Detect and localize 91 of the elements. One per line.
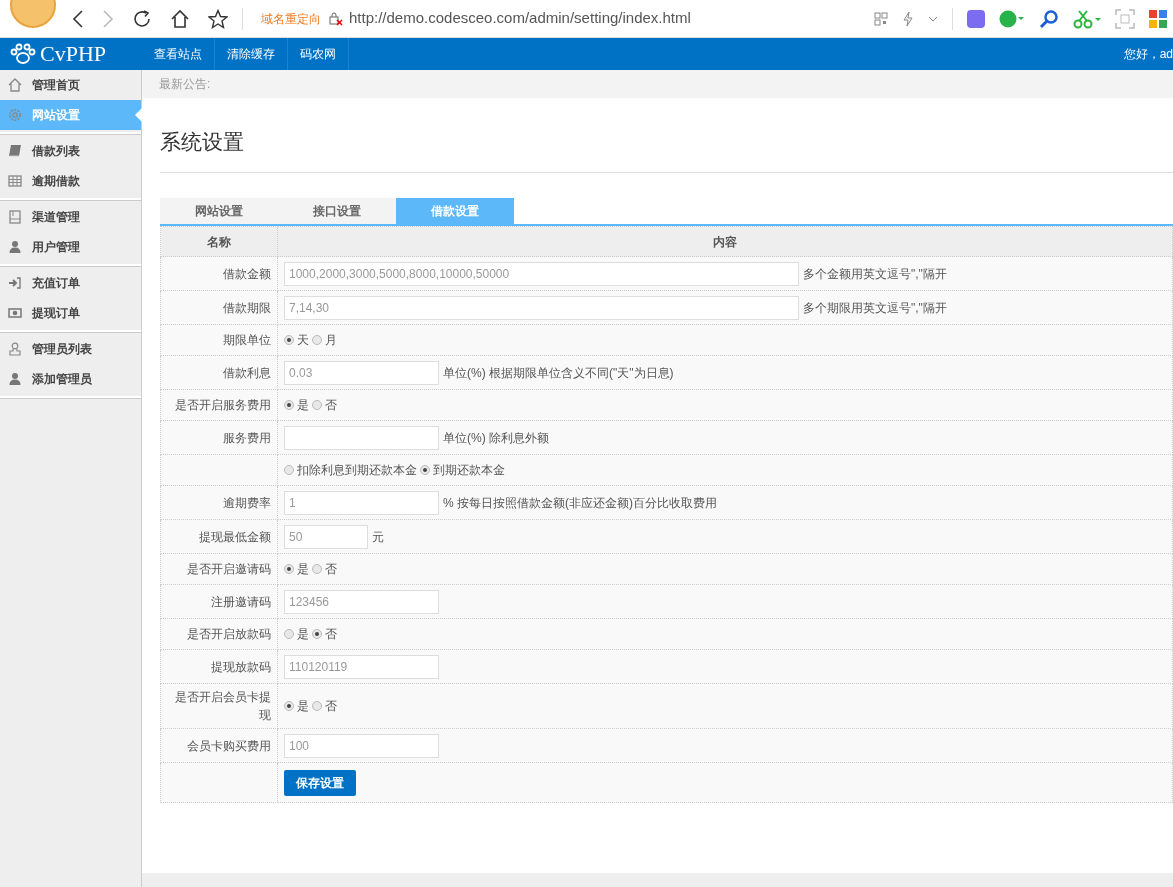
notice-label: 最新公告: <box>159 76 211 93</box>
field-hint: 元 <box>372 528 384 546</box>
tab[interactable]: 接口设置 <box>278 198 396 224</box>
search-icon[interactable] <box>1039 8 1059 29</box>
radio-option[interactable]: 是 <box>284 396 309 414</box>
radio-button[interactable] <box>284 564 294 574</box>
radio-option[interactable]: 否 <box>312 625 337 643</box>
radio-option[interactable]: 天 <box>284 331 309 349</box>
field-label: 期限单位 <box>223 333 271 347</box>
radio-option[interactable]: 是 <box>284 697 309 715</box>
home-icon <box>8 78 22 92</box>
radio-button[interactable] <box>312 701 322 711</box>
field-label: 提现放款码 <box>211 659 271 674</box>
field-hint: 单位(%) 除利息外额 <box>443 429 549 447</box>
radio-button[interactable] <box>420 465 430 475</box>
back-icon[interactable] <box>72 9 84 28</box>
radio-option[interactable]: 是 <box>284 625 309 643</box>
user-icon <box>8 372 22 386</box>
radio-button[interactable] <box>284 335 294 345</box>
field-label: 逾期费率 <box>223 495 271 510</box>
sidebar-item[interactable]: 充值订单 <box>0 268 141 298</box>
save-button[interactable]: 保存设置 <box>284 769 356 796</box>
translate-icon[interactable] <box>999 9 1025 28</box>
radio-button[interactable] <box>312 335 322 345</box>
panel-icon <box>8 210 22 224</box>
field-label: 服务费用 <box>223 430 271 445</box>
sidebar-item[interactable]: 提现订单 <box>0 298 141 328</box>
sidebar-item[interactable]: 借款列表 <box>0 136 141 166</box>
field-label: 借款利息 <box>223 365 271 380</box>
sign-in-icon <box>8 276 22 290</box>
field-label: 是否开启放款码 <box>187 627 271 641</box>
gear-icon <box>8 108 22 122</box>
sidebar-item[interactable]: 管理首页 <box>0 70 141 100</box>
radio-option[interactable]: 是 <box>284 560 309 578</box>
home-icon[interactable] <box>170 8 190 29</box>
sidebar-item[interactable]: 渠道管理 <box>0 202 141 232</box>
field-label: 是否开启会员卡提现 <box>175 690 271 722</box>
radio-option[interactable]: 到期还款本金 <box>420 461 505 479</box>
field-label: 借款期限 <box>223 300 271 315</box>
insecure-icon <box>329 11 343 26</box>
radio-button[interactable] <box>284 465 294 475</box>
radio-option[interactable]: 否 <box>312 396 337 414</box>
field-hint: 单位(%) 根据期限单位含义不同("天"为日息) <box>443 364 674 382</box>
field-label: 是否开启服务费用 <box>175 398 271 412</box>
field-label: 借款金额 <box>223 266 271 281</box>
table-icon <box>8 174 22 188</box>
sidebar-item[interactable]: 添加管理员 <box>0 364 141 394</box>
sidebar-item[interactable]: 管理员列表 <box>0 334 141 364</box>
radio-button[interactable] <box>312 629 322 639</box>
page-title: 系统设置 <box>160 129 245 155</box>
apps-icon[interactable] <box>1149 9 1167 28</box>
extension-icon[interactable] <box>967 9 985 28</box>
banknote-icon <box>8 306 22 320</box>
logo-text[interactable]: CvPHP <box>40 43 107 65</box>
sidebar-item[interactable]: 逾期借款 <box>0 166 141 196</box>
radio-button[interactable] <box>284 701 294 711</box>
column-header: 内容 <box>277 226 1173 257</box>
user-icon <box>8 240 22 254</box>
paw-icon <box>10 43 36 65</box>
tab[interactable]: 网站设置 <box>160 198 278 224</box>
input-field[interactable] <box>284 425 439 450</box>
book-icon <box>8 144 22 158</box>
radio-button[interactable] <box>284 629 294 639</box>
field-label: 提现最低金额 <box>199 529 271 544</box>
radio-option[interactable]: 否 <box>312 697 337 715</box>
greeting-text: 您好，ad <box>1123 46 1173 63</box>
reload-icon[interactable] <box>132 8 152 29</box>
field-hint: 多个期限用英文逗号","隔开 <box>803 299 947 317</box>
lightning-icon[interactable] <box>902 10 914 27</box>
radio-option[interactable]: 月 <box>312 331 337 349</box>
field-label: 注册邀请码 <box>211 594 271 609</box>
forward-icon[interactable] <box>102 9 114 28</box>
field-hint: 多个金额用英文逗号","隔开 <box>803 265 947 283</box>
radio-button[interactable] <box>284 400 294 410</box>
radio-option[interactable]: 扣除利息到期还款本金 <box>284 461 417 479</box>
field-label: 是否开启邀请码 <box>187 562 271 576</box>
field-label: 会员卡购买费用 <box>187 738 271 753</box>
scissors-icon[interactable] <box>1073 8 1101 29</box>
radio-option[interactable]: 否 <box>312 560 337 578</box>
user-outline-icon <box>8 342 22 356</box>
star-icon[interactable] <box>208 8 228 29</box>
column-header: 名称 <box>160 226 278 257</box>
qr-code-icon[interactable] <box>874 11 888 26</box>
active-indicator-icon <box>135 108 142 122</box>
chevron-down-icon[interactable] <box>928 14 938 23</box>
redirect-label: 域名重定向 <box>261 10 321 28</box>
field-hint: % 按每日按照借款金额(非应还金额)百分比收取费用 <box>443 494 717 512</box>
radio-button[interactable] <box>312 564 322 574</box>
sidebar-item[interactable]: 用户管理 <box>0 232 141 262</box>
address-bar[interactable]: http://demo.codesceo.com/admin/setting/index.html <box>349 7 691 30</box>
radio-button[interactable] <box>312 400 322 410</box>
